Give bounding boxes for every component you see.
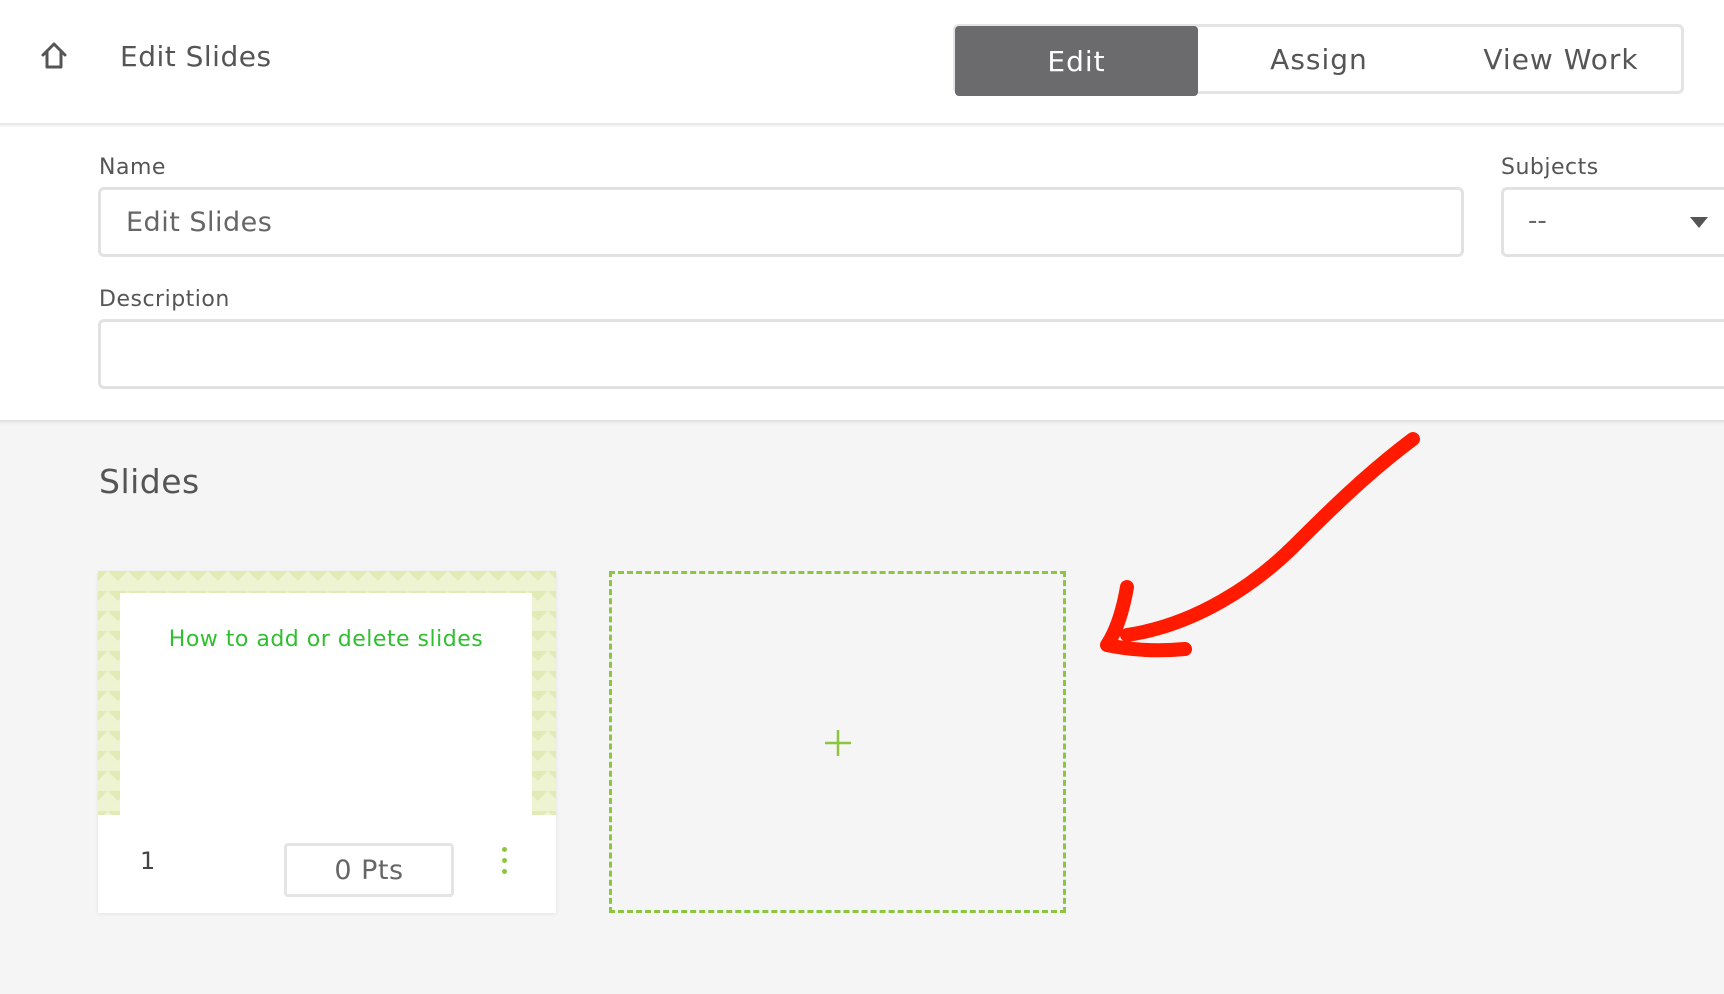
description-field[interactable] xyxy=(98,319,1724,389)
page: Edit Slides Edit Assign View Work Name S… xyxy=(0,0,1724,994)
home-icon[interactable] xyxy=(38,40,70,72)
tab-edit[interactable]: Edit xyxy=(955,26,1198,96)
slide-title: How to add or delete slides xyxy=(168,627,484,652)
settings-form: Name Subjects -- Description xyxy=(0,127,1724,422)
description-label: Description xyxy=(99,287,230,312)
slides-heading: Slides xyxy=(99,462,200,501)
mode-tabs: Edit Assign View Work xyxy=(953,24,1684,96)
slide-thumbnail: How to add or delete slides xyxy=(98,571,556,815)
name-label: Name xyxy=(99,155,166,180)
page-title: Edit Slides xyxy=(120,40,272,73)
slide-number: 1 xyxy=(140,847,156,875)
more-options-icon[interactable] xyxy=(494,847,514,883)
name-field[interactable] xyxy=(98,187,1464,257)
chevron-down-icon xyxy=(1690,217,1708,228)
slide-footer: 1 0 Pts xyxy=(98,815,556,913)
header: Edit Slides Edit Assign View Work xyxy=(0,0,1724,125)
tab-assign[interactable]: Assign xyxy=(1198,27,1440,91)
subjects-selected-value: -- xyxy=(1528,206,1547,236)
slide-content: How to add or delete slides xyxy=(120,593,532,815)
add-slide-button[interactable] xyxy=(609,571,1066,913)
slide-card[interactable]: How to add or delete slides 1 0 Pts xyxy=(98,571,556,913)
tab-view-work[interactable]: View Work xyxy=(1440,27,1682,91)
annotation-arrow-icon xyxy=(1100,432,1420,658)
subjects-label: Subjects xyxy=(1501,155,1599,180)
subjects-select[interactable]: -- xyxy=(1501,187,1724,257)
plus-icon xyxy=(825,730,851,756)
points-button[interactable]: 0 Pts xyxy=(284,843,454,897)
